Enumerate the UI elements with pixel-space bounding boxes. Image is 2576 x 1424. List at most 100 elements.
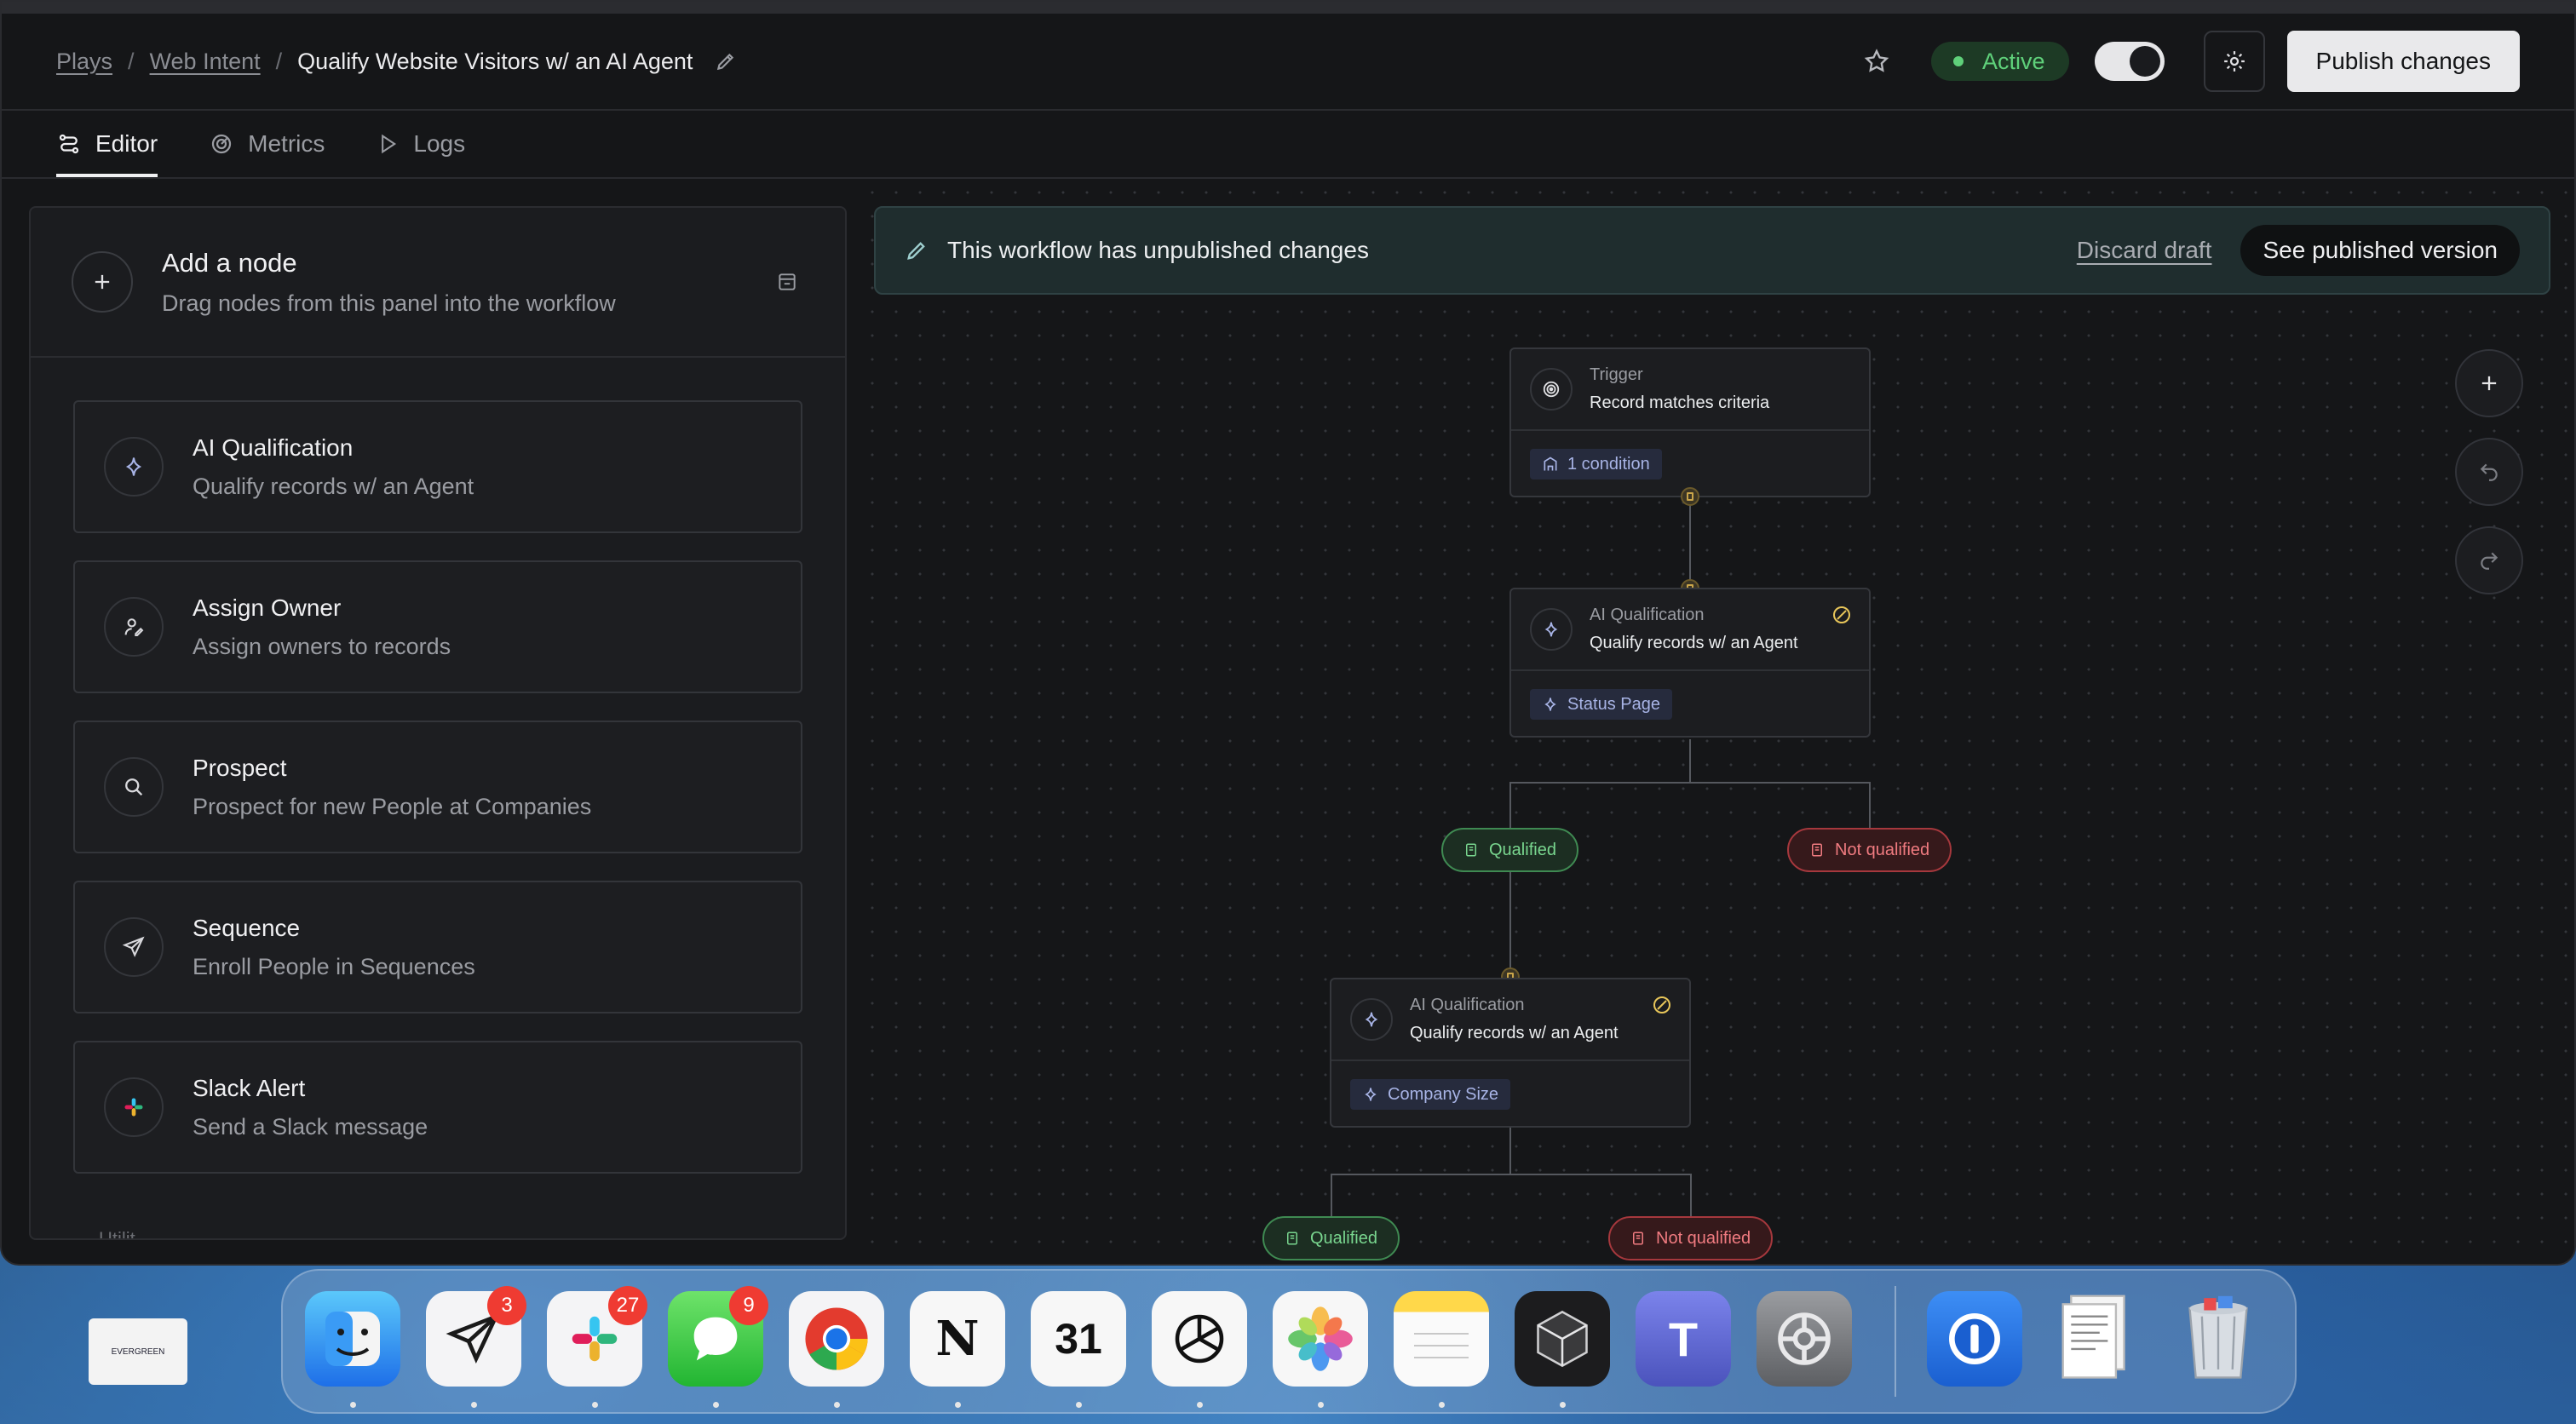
- status-dot-icon: [1952, 56, 1964, 66]
- edge: [1689, 739, 1691, 782]
- node-prospect[interactable]: Prospect Prospect for new People at Comp…: [73, 721, 802, 853]
- breadcrumb-separator: /: [128, 48, 135, 74]
- running-indicator: [1197, 1402, 1203, 1408]
- panel-header: Add a node Drag nodes from this panel in…: [31, 208, 845, 358]
- node-title: Qualify records w/ an Agent: [1410, 1024, 1619, 1042]
- node-list: AI Qualification Qualify records w/ an A…: [31, 358, 845, 1174]
- desktop-file[interactable]: EVERGREEN: [89, 1318, 187, 1385]
- active-toggle[interactable]: [2094, 42, 2165, 81]
- undo-icon: [2480, 463, 2498, 481]
- teams-icon[interactable]: T: [1636, 1291, 1731, 1387]
- node-sequence[interactable]: Sequence Enroll People in Sequences: [73, 881, 802, 1013]
- editor-icon: [59, 134, 79, 154]
- sparkle-icon: [1530, 608, 1573, 651]
- running-indicator: [955, 1402, 961, 1408]
- chatgpt-icon[interactable]: [1152, 1291, 1247, 1387]
- document-icon: [1466, 843, 1476, 857]
- edge: [1331, 1174, 1692, 1175]
- edge: [1689, 497, 1691, 589]
- qualified-branch[interactable]: Qualified: [1262, 1216, 1400, 1260]
- branch-label: Qualified: [1310, 1228, 1377, 1248]
- publish-changes-button[interactable]: Publish changes: [2286, 31, 2520, 92]
- panel-title: Add a node: [162, 247, 297, 278]
- see-published-button[interactable]: See published version: [2240, 225, 2520, 276]
- system-settings-icon[interactable]: [1757, 1291, 1852, 1387]
- add-node-panel: Add a node Drag nodes from this panel in…: [29, 206, 847, 1240]
- condition-chip[interactable]: 1 condition: [1530, 449, 1662, 479]
- node-desc: Prospect for new People at Companies: [193, 793, 592, 819]
- documents-stack-icon[interactable]: [2048, 1291, 2143, 1387]
- node-slack-alert[interactable]: Slack Alert Send a Slack message: [73, 1041, 802, 1174]
- running-indicator: [471, 1402, 477, 1408]
- tab-editor[interactable]: Editor: [56, 111, 158, 177]
- branch-label: Not qualified: [1656, 1228, 1751, 1248]
- target-icon: [1530, 368, 1573, 411]
- settings-button[interactable]: [2203, 31, 2265, 92]
- running-indicator: [1560, 1402, 1566, 1408]
- node-desc: Qualify records w/ an Agent: [193, 473, 474, 499]
- play-icon: [382, 134, 397, 154]
- status-label: Active: [1981, 48, 2045, 74]
- header: Plays / Web Intent / Qualify Website Vis…: [2, 14, 2574, 111]
- 1password-icon[interactable]: [1927, 1291, 2022, 1387]
- teams-glyph: T: [1668, 1312, 1699, 1366]
- qualified-branch[interactable]: Qualified: [1441, 828, 1578, 872]
- app-window: Plays / Web Intent / Qualify Website Vis…: [0, 0, 2576, 1266]
- tab-metrics[interactable]: Metrics: [209, 111, 325, 177]
- node-title: Record matches criteria: [1590, 393, 1770, 412]
- not-qualified-branch[interactable]: Not qualified: [1787, 828, 1952, 872]
- branch-label: Qualified: [1489, 840, 1556, 859]
- header-actions: Active Publish changes: [1858, 31, 2520, 92]
- pending-icon: [1833, 606, 1850, 623]
- not-qualified-branch[interactable]: Not qualified: [1608, 1216, 1774, 1260]
- sparkle-icon: [1365, 1088, 1377, 1101]
- calendar-icon[interactable]: 31: [1031, 1291, 1126, 1387]
- breadcrumb-web-intent[interactable]: Web Intent: [150, 49, 261, 75]
- breadcrumb: Plays / Web Intent / Qualify Website Vis…: [56, 49, 739, 75]
- running-indicator: [834, 1402, 840, 1408]
- zoom-in-button[interactable]: [2455, 349, 2523, 417]
- trash-icon[interactable]: [2171, 1291, 2266, 1387]
- edge: [1869, 782, 1871, 828]
- add-node-button[interactable]: [72, 251, 133, 313]
- panel-subtitle: Drag nodes from this panel into the work…: [162, 290, 616, 316]
- tab-logs[interactable]: Logs: [376, 111, 465, 177]
- node-ai-qualification[interactable]: AI Qualification Qualify records w/ an A…: [73, 400, 802, 533]
- edge: [1509, 872, 1511, 978]
- trigger-node[interactable]: Trigger Record matches criteria 1 condit…: [1509, 347, 1871, 497]
- tab-editor-label: Editor: [95, 130, 158, 157]
- chrome-icon[interactable]: [789, 1291, 884, 1387]
- undo-button[interactable]: [2455, 438, 2523, 506]
- discard-draft-link[interactable]: Discard draft: [2077, 237, 2212, 264]
- chip-label: 1 condition: [1567, 454, 1650, 474]
- ai-qualification-node[interactable]: AI Qualification Qualify records w/ an A…: [1509, 588, 1871, 738]
- metrics-icon: [212, 134, 232, 154]
- breadcrumb-separator: /: [275, 48, 283, 74]
- cursor-icon[interactable]: [1515, 1291, 1610, 1387]
- running-indicator: [350, 1402, 356, 1408]
- collapse-panel-icon[interactable]: [770, 265, 804, 299]
- edge: [1509, 1128, 1511, 1174]
- ai-qualification-node[interactable]: AI Qualification Qualify records w/ an A…: [1330, 978, 1691, 1128]
- criteria-chip[interactable]: Company Size: [1350, 1079, 1511, 1110]
- notes-icon[interactable]: [1394, 1291, 1489, 1387]
- breadcrumb-plays[interactable]: Plays: [56, 49, 112, 75]
- criteria-chip[interactable]: Status Page: [1530, 689, 1672, 720]
- redo-button[interactable]: [2455, 526, 2523, 594]
- edit-title-icon[interactable]: [713, 49, 739, 74]
- node-assign-owner[interactable]: Assign Owner Assign owners to records: [73, 560, 802, 693]
- finder-icon[interactable]: [305, 1291, 400, 1387]
- photos-icon[interactable]: [1273, 1291, 1368, 1387]
- node-desc: Assign owners to records: [193, 633, 451, 659]
- connection-handle[interactable]: [1681, 487, 1699, 506]
- chip-label: Status Page: [1567, 694, 1660, 714]
- notion-icon[interactable]: N: [910, 1291, 1005, 1387]
- messages-badge: 9: [729, 1286, 768, 1325]
- star-icon[interactable]: [1858, 43, 1895, 80]
- plus-icon: [2481, 376, 2497, 391]
- node-title: AI Qualification: [193, 434, 354, 461]
- status-badge: Active: [1930, 42, 2069, 81]
- running-indicator: [1318, 1402, 1324, 1408]
- node-title: Sequence: [193, 914, 301, 941]
- gear-icon: [2223, 51, 2245, 72]
